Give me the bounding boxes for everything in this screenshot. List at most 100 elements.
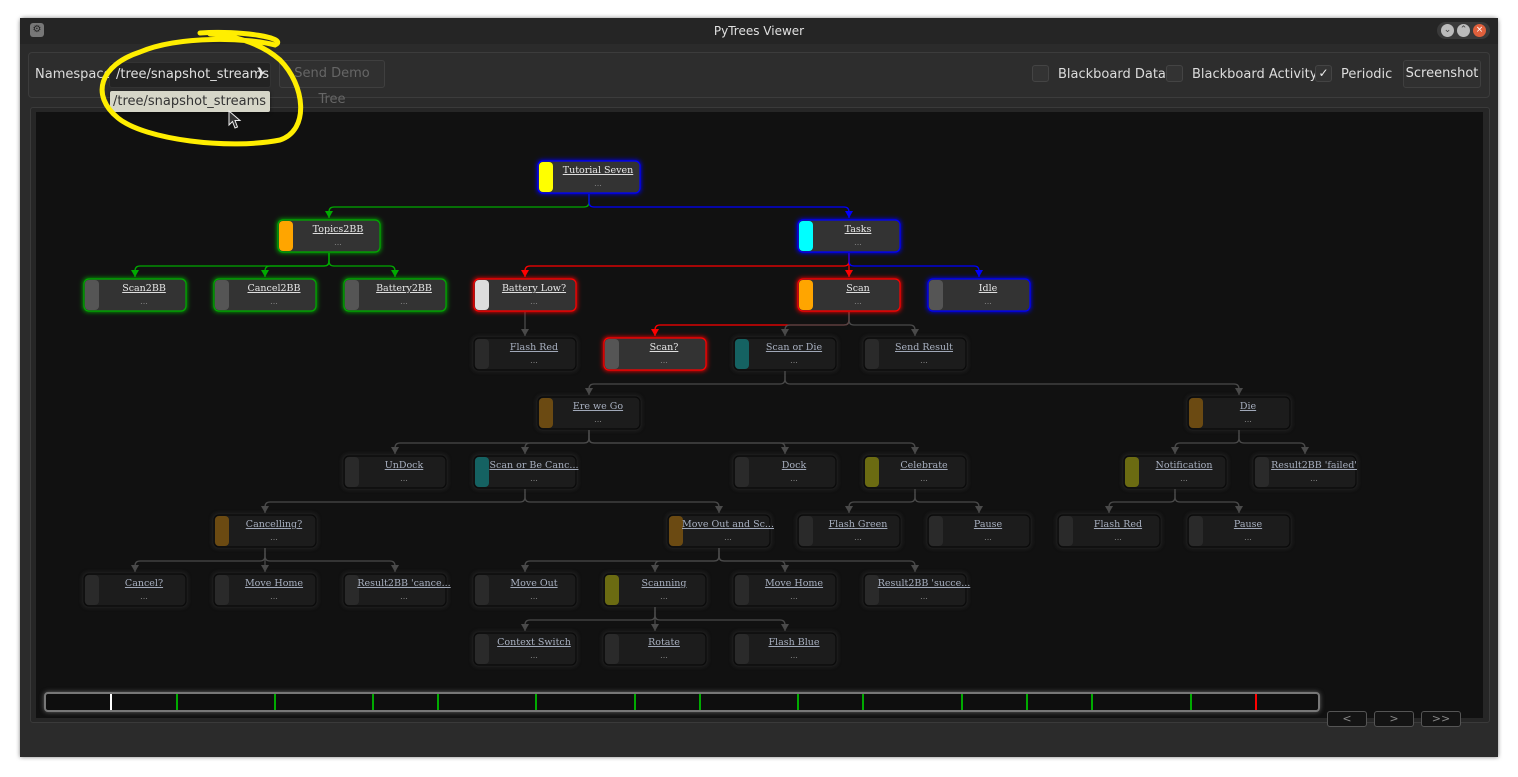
timeline-mark-event[interactable] <box>372 694 374 710</box>
tree-node-movehome2[interactable]: Move Home... <box>733 573 837 607</box>
node-name: Tasks <box>845 224 872 235</box>
edge-arrowhead <box>781 624 789 631</box>
tree-node-pause2[interactable]: Pause... <box>1187 514 1291 548</box>
node-name: Die <box>1240 401 1257 412</box>
edge-arrowhead <box>781 565 789 572</box>
timeline-mark-latest-failure[interactable] <box>1255 694 1257 710</box>
timeline-mark-current[interactable] <box>110 694 112 710</box>
tree-node-celebrate[interactable]: Celebrate... <box>863 455 967 489</box>
tree-node-rescancel[interactable]: Result2BB 'cance...... <box>343 573 451 607</box>
node-type-block <box>605 575 619 605</box>
node-name: Celebrate <box>900 460 948 471</box>
tree-node-tutorial[interactable]: Tutorial Seven... <box>537 160 641 194</box>
tree-node-erewego[interactable]: Ere we Go... <box>537 396 641 430</box>
tree-node-die[interactable]: Die... <box>1187 396 1291 430</box>
node-type-block <box>735 575 749 605</box>
node-type-block <box>799 516 813 546</box>
node-detail: ... <box>530 297 538 306</box>
tree-node-moveout[interactable]: Move Out... <box>473 573 577 607</box>
tree-node-ressucc[interactable]: Result2BB 'succe...... <box>863 573 970 607</box>
tree-node-scanq[interactable]: Scan?... <box>603 337 707 371</box>
tree-node-notification[interactable]: Notification... <box>1123 455 1227 489</box>
tree-node-dock[interactable]: Dock... <box>733 455 837 489</box>
node-detail: ... <box>660 592 668 601</box>
timeline-mark-event[interactable] <box>437 694 439 710</box>
timeline-mark-event[interactable] <box>797 694 799 710</box>
tree-node-cancel2bb[interactable]: Cancel2BB... <box>213 278 317 312</box>
node-detail: ... <box>270 533 278 542</box>
timeline-mark-event[interactable] <box>862 694 864 710</box>
tree-node-sendresult[interactable]: Send Result... <box>863 337 967 371</box>
timeline-mark-event[interactable] <box>176 694 178 710</box>
tree-edge <box>524 607 656 631</box>
tree-node-undock[interactable]: UnDock... <box>343 455 447 489</box>
timeline-mark-event[interactable] <box>535 694 537 710</box>
namespace-dropdown-option[interactable]: /tree/snapshot_streams <box>110 91 270 112</box>
edge-arrowhead <box>1171 447 1179 454</box>
node-type-block <box>799 280 813 310</box>
tree-node-flashgreen[interactable]: Flash Green... <box>797 514 901 548</box>
timeline-mark-event[interactable] <box>961 694 963 710</box>
node-detail: ... <box>984 297 992 306</box>
edge-arrowhead <box>911 329 919 336</box>
node-name: Notification <box>1156 460 1213 471</box>
node-name: Dock <box>782 460 807 471</box>
tree-node-flashblue[interactable]: Flash Blue... <box>733 632 837 666</box>
tree-node-movehome1[interactable]: Move Home... <box>213 573 317 607</box>
tree-node-moveoutsc[interactable]: Move Out and Sc...... <box>667 514 774 548</box>
tree-node-idle[interactable]: Idle... <box>927 278 1031 312</box>
tree-node-pause1[interactable]: Pause... <box>927 514 1031 548</box>
tree-node-topics[interactable]: Topics2BB... <box>277 219 381 253</box>
node-type-block <box>475 457 489 487</box>
node-name: Result2BB 'cance... <box>357 578 450 589</box>
timeline-mark-event[interactable] <box>1026 694 1028 710</box>
node-detail: ... <box>724 533 732 542</box>
node-detail: ... <box>854 297 862 306</box>
tree-node-flashred2[interactable]: Flash Red... <box>1057 514 1161 548</box>
tree-node-battery2bb[interactable]: Battery2BB... <box>343 278 447 312</box>
node-detail: ... <box>1244 415 1252 424</box>
tree-edge <box>134 253 330 277</box>
tree-node-rotate[interactable]: Rotate... <box>603 632 707 666</box>
tree-edge <box>1174 430 1240 454</box>
node-type-block <box>475 634 489 664</box>
tree-node-scan[interactable]: Scan... <box>797 278 901 312</box>
node-name: Cancel2BB <box>247 283 300 294</box>
tree-node-flashred1[interactable]: Flash Red... <box>473 337 577 371</box>
node-detail: ... <box>334 238 342 247</box>
edge-arrowhead <box>975 270 983 277</box>
node-type-block <box>85 280 99 310</box>
tree-node-scanning[interactable]: Scanning... <box>603 573 707 607</box>
tree-node-cancelling[interactable]: Cancelling?... <box>213 514 317 548</box>
tree-node-tasks[interactable]: Tasks... <box>797 219 901 253</box>
tree-node-batterylow[interactable]: Battery Low?... <box>473 278 577 312</box>
edge-arrowhead <box>521 270 529 277</box>
node-name: Scan? <box>650 342 679 353</box>
node-type-block <box>865 457 879 487</box>
edge-arrowhead <box>651 329 659 336</box>
edge-arrowhead <box>325 211 333 218</box>
edge-arrowhead <box>845 211 853 218</box>
tree-edge <box>784 312 850 336</box>
timeline-mark-event[interactable] <box>1091 694 1093 710</box>
node-detail: ... <box>1310 474 1318 483</box>
timeline-mark-event[interactable] <box>1190 694 1192 710</box>
tree-node-resfailed[interactable]: Result2BB 'failed'... <box>1253 455 1357 489</box>
tree-node-scanorbe[interactable]: Scan or Be Canc...... <box>473 455 578 489</box>
node-type-block <box>929 516 943 546</box>
timeline-mark-event[interactable] <box>699 694 701 710</box>
node-type-block <box>475 575 489 605</box>
tree-node-scanordie[interactable]: Scan or Die... <box>733 337 837 371</box>
tree-node-ctxswitch[interactable]: Context Switch... <box>473 632 577 666</box>
node-name: Scan or Die <box>766 342 823 353</box>
timeline-mark-event[interactable] <box>274 694 276 710</box>
edge-arrowhead <box>911 447 919 454</box>
tree-edge <box>588 430 916 454</box>
timeline-mark-event[interactable] <box>634 694 636 710</box>
tree-node-scan2bb[interactable]: Scan2BB... <box>83 278 187 312</box>
tree-node-cancelq[interactable]: Cancel?... <box>83 573 187 607</box>
timeline-scrubber[interactable] <box>44 692 1320 712</box>
edge-arrowhead <box>261 565 269 572</box>
edge-arrowhead <box>1235 506 1243 513</box>
edge-arrowhead <box>131 270 139 277</box>
